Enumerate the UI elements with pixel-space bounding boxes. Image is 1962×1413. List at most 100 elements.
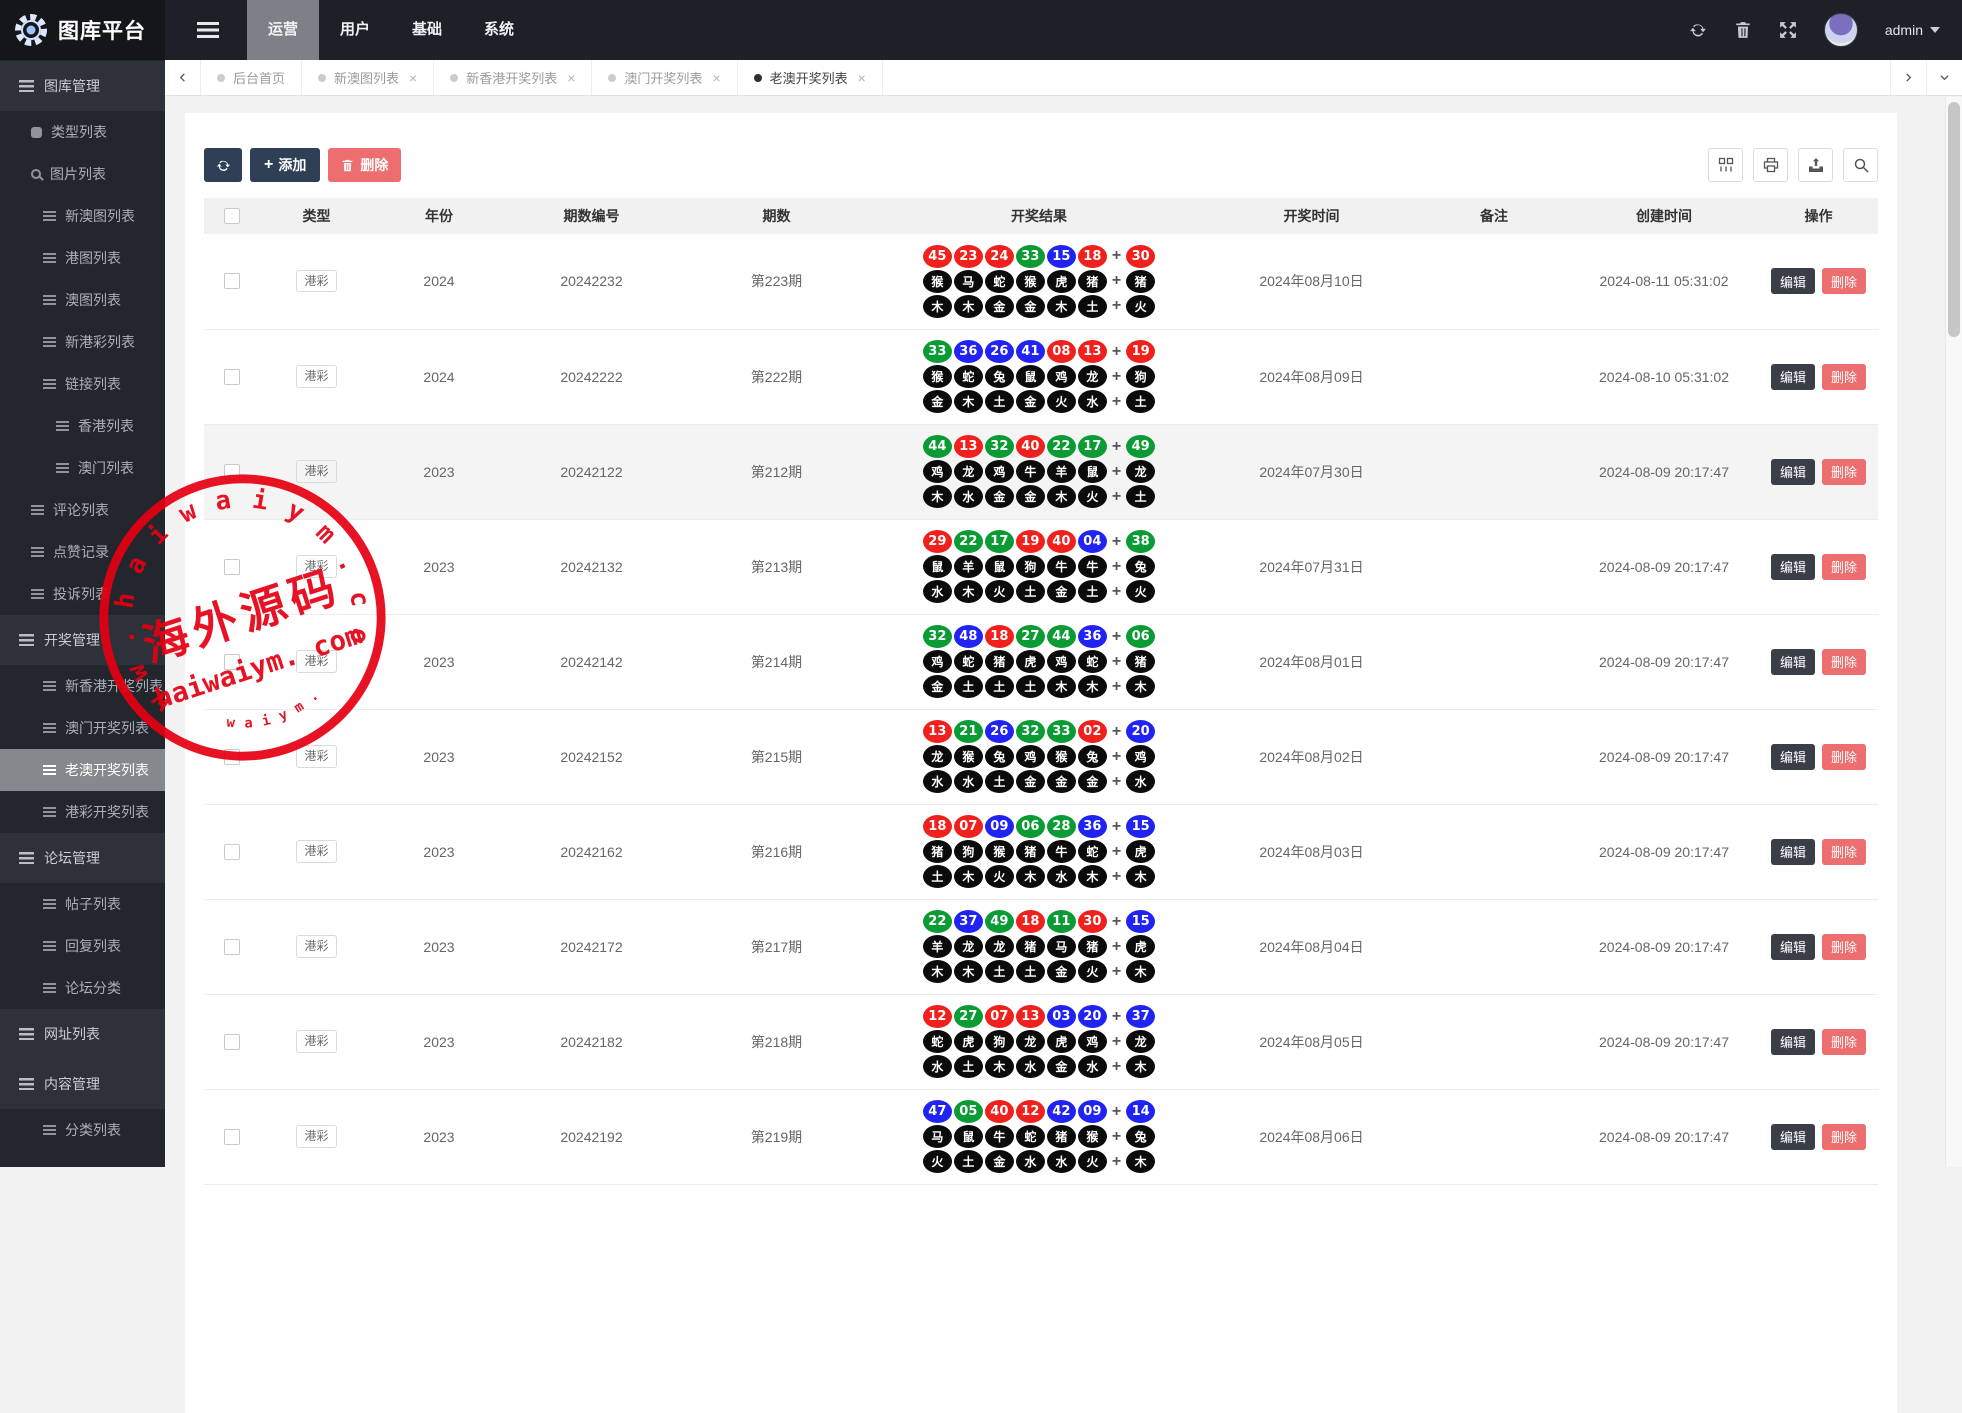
trash-icon[interactable] xyxy=(1734,21,1752,39)
sidebar-item-图片列表[interactable]: 图片列表 xyxy=(0,153,165,195)
row-checkbox[interactable] xyxy=(223,463,240,480)
print-button[interactable] xyxy=(1753,148,1788,182)
lottery-ball: 金 xyxy=(1015,390,1045,413)
sidebar-group-内容管理[interactable]: 内容管理 xyxy=(0,1059,165,1109)
edit-button[interactable]: 编辑 xyxy=(1770,363,1815,390)
row-checkbox[interactable] xyxy=(223,1033,240,1050)
nav-item-基础[interactable]: 基础 xyxy=(391,0,463,60)
page-scrollbar-thumb[interactable] xyxy=(1948,102,1960,337)
sidebar-item-新港彩列表[interactable]: 新港彩列表 xyxy=(0,321,165,363)
row-delete-button[interactable]: 删除 xyxy=(1822,553,1867,580)
sidebar-item-新澳图列表[interactable]: 新澳图列表 xyxy=(0,195,165,237)
nav-item-运营[interactable]: 运营 xyxy=(247,0,320,60)
sidebar-group-网址列表[interactable]: 网址列表 xyxy=(0,1009,165,1059)
sidebar-item-澳门列表[interactable]: 澳门列表 xyxy=(0,447,165,489)
sidebar-item-评论列表[interactable]: 评论列表 xyxy=(0,489,165,531)
user-menu[interactable]: admin xyxy=(1885,22,1940,38)
edit-button[interactable]: 编辑 xyxy=(1770,933,1815,960)
row-delete-button[interactable]: 删除 xyxy=(1822,1123,1867,1150)
tab-后台首页[interactable]: 后台首页 xyxy=(201,60,303,95)
lottery-ball: 猪 xyxy=(1046,1125,1076,1148)
sidebar-item-点赞记录[interactable]: 点赞记录 xyxy=(0,531,165,573)
sidebar-item-新香港开奖列表[interactable]: 新香港开奖列表 xyxy=(0,665,165,707)
row-checkbox[interactable] xyxy=(223,368,240,385)
row-checkbox[interactable] xyxy=(223,273,240,290)
edit-button[interactable]: 编辑 xyxy=(1770,838,1815,865)
add-button[interactable]: + 添加 xyxy=(250,148,321,182)
refresh-icon[interactable] xyxy=(1689,21,1707,39)
row-checkbox[interactable] xyxy=(223,938,240,955)
lottery-ball: 鸡 xyxy=(1077,1030,1107,1053)
sidebar-group-开奖管理[interactable]: 开奖管理 xyxy=(0,615,165,665)
select-all-checkbox[interactable] xyxy=(223,208,240,224)
sidebar-item-港彩开奖列表[interactable]: 港彩开奖列表 xyxy=(0,791,165,833)
lottery-ball: 猴 xyxy=(1015,269,1045,293)
row-checkbox[interactable] xyxy=(223,1128,240,1145)
sidebar-item-论坛分类[interactable]: 论坛分类 xyxy=(0,967,165,1009)
period-cell: 第215期 xyxy=(679,709,874,805)
export-button[interactable] xyxy=(1798,148,1833,182)
tab-close-icon[interactable]: × xyxy=(567,71,575,85)
tab-新香港开奖列表[interactable]: 新香港开奖列表 × xyxy=(434,60,593,95)
row-delete-button[interactable]: 删除 xyxy=(1822,268,1867,295)
edit-button[interactable]: 编辑 xyxy=(1770,553,1815,580)
sidebar-item-港图列表[interactable]: 港图列表 xyxy=(0,237,165,279)
tabs-scroll-right-button[interactable] xyxy=(1890,60,1926,95)
columns-toggle-button[interactable] xyxy=(1708,148,1743,182)
row-delete-button[interactable]: 删除 xyxy=(1822,743,1867,770)
row-checkbox[interactable] xyxy=(223,748,240,765)
sidebar-item-澳图列表[interactable]: 澳图列表 xyxy=(0,279,165,321)
delete-button[interactable]: 删除 xyxy=(328,148,402,182)
sidebar-item-链接列表[interactable]: 链接列表 xyxy=(0,363,165,405)
nav-item-用户[interactable]: 用户 xyxy=(319,0,391,60)
sidebar-item-帖子列表[interactable]: 帖子列表 xyxy=(0,883,165,925)
sidebar-toggle-icon[interactable] xyxy=(197,22,219,38)
logo-section[interactable]: 图库平台 xyxy=(0,0,165,60)
note-cell xyxy=(1419,329,1569,425)
lottery-ball: 07 xyxy=(984,1005,1014,1028)
plus-sign: + xyxy=(1111,677,1122,695)
edit-button[interactable]: 编辑 xyxy=(1770,458,1815,485)
sidebar-item-类型列表[interactable]: 类型列表 xyxy=(0,111,165,153)
edit-button[interactable]: 编辑 xyxy=(1770,648,1815,675)
tab-close-icon[interactable]: × xyxy=(409,71,417,85)
sidebar-item-投诉列表[interactable]: 投诉列表 xyxy=(0,573,165,615)
checkbox-cell xyxy=(204,329,259,425)
tab-close-icon[interactable]: × xyxy=(858,71,866,85)
row-checkbox[interactable] xyxy=(223,843,240,860)
tabs-scroll-left-button[interactable] xyxy=(165,60,201,95)
sidebar-item-香港列表[interactable]: 香港列表 xyxy=(0,405,165,447)
edit-button[interactable]: 编辑 xyxy=(1770,1123,1815,1150)
sidebar-group-图库管理[interactable]: 图库管理 xyxy=(0,61,165,111)
row-delete-button[interactable]: 删除 xyxy=(1822,838,1867,865)
tab-close-icon[interactable]: × xyxy=(712,71,720,85)
page-scrollbar-track[interactable] xyxy=(1945,97,1962,1167)
row-delete-button[interactable]: 删除 xyxy=(1822,458,1867,485)
sidebar-item-回复列表[interactable]: 回复列表 xyxy=(0,925,165,967)
sidebar-item-澳门开奖列表[interactable]: 澳门开奖列表 xyxy=(0,707,165,749)
row-delete-button[interactable]: 删除 xyxy=(1822,363,1867,390)
tab-澳门开奖列表[interactable]: 澳门开奖列表 × xyxy=(592,60,738,95)
sidebar-item-分类列表[interactable]: 分类列表 xyxy=(0,1109,165,1151)
sidebar-group-论坛管理[interactable]: 论坛管理 xyxy=(0,833,165,883)
edit-button[interactable]: 编辑 xyxy=(1770,743,1815,770)
nav-item-系统[interactable]: 系统 xyxy=(463,0,535,60)
list-icon xyxy=(31,589,44,599)
row-delete-button[interactable]: 删除 xyxy=(1822,648,1867,675)
row-delete-button[interactable]: 删除 xyxy=(1822,933,1867,960)
row-checkbox[interactable] xyxy=(223,558,240,575)
edit-button[interactable]: 编辑 xyxy=(1770,268,1815,295)
user-avatar[interactable] xyxy=(1823,13,1858,47)
sidebar-item-老澳开奖列表[interactable]: 老澳开奖列表 xyxy=(0,749,165,791)
search-button[interactable] xyxy=(1843,148,1878,182)
table-card: + 添加 删除 类型 年份 期数编号 期数 开奖结果 开奖时间 备注 创建时间 … xyxy=(185,113,1897,1413)
row-checkbox[interactable] xyxy=(223,653,240,670)
tab-老澳开奖列表[interactable]: 老澳开奖列表 × xyxy=(738,60,883,95)
lottery-ball: 水 xyxy=(922,580,952,603)
tab-新澳图列表[interactable]: 新澳图列表 × xyxy=(302,60,435,95)
fullscreen-icon[interactable] xyxy=(1779,21,1797,39)
refresh-button[interactable] xyxy=(204,148,242,182)
tabs-menu-button[interactable] xyxy=(1926,60,1962,95)
edit-button[interactable]: 编辑 xyxy=(1770,1028,1815,1055)
row-delete-button[interactable]: 删除 xyxy=(1822,1028,1867,1055)
